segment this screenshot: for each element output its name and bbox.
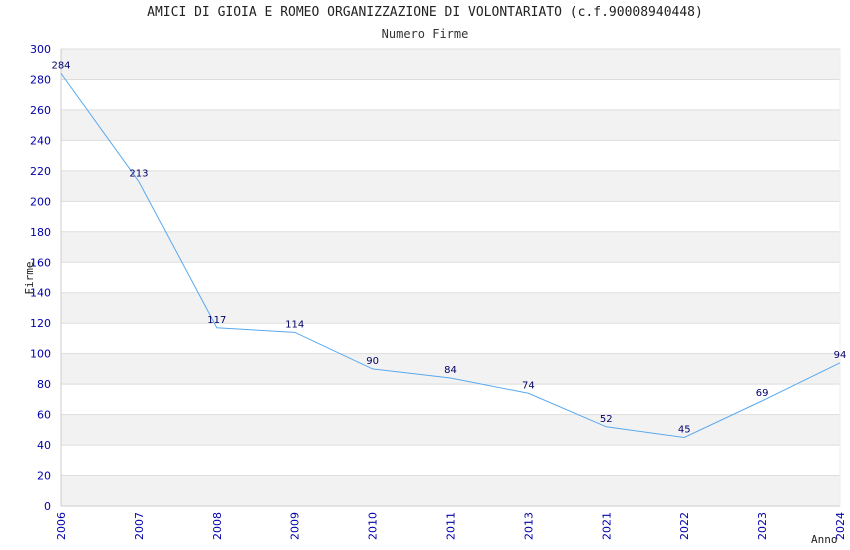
y-tick-label: 120 — [30, 317, 51, 330]
x-axis-label: Anno — [811, 533, 838, 546]
x-tick-label: 2021 — [600, 512, 613, 540]
y-tick-label: 220 — [30, 165, 51, 178]
x-tick-label: 2013 — [522, 512, 535, 540]
y-tick-label: 60 — [37, 409, 51, 422]
y-tick-label: 200 — [30, 195, 51, 208]
y-tick-label: 280 — [30, 73, 51, 86]
x-tick-label: 2007 — [133, 512, 146, 540]
y-tick-label: 240 — [30, 134, 51, 147]
grid-band — [61, 170, 840, 202]
line-chart: 0204060801001201401601802002202402602803… — [23, 43, 847, 546]
data-label: 69 — [756, 388, 769, 399]
data-label: 90 — [366, 356, 379, 367]
x-tick-label: 2011 — [445, 512, 458, 540]
data-label: 284 — [51, 60, 70, 71]
data-label: 213 — [129, 169, 148, 180]
x-tick-label: 2009 — [289, 512, 302, 540]
data-label: 45 — [678, 424, 691, 435]
y-axis-label: Firme — [23, 261, 36, 294]
x-tick-label: 2023 — [756, 512, 769, 540]
grid-band — [61, 109, 840, 141]
data-label: 94 — [834, 350, 847, 361]
grid-band — [61, 49, 840, 80]
y-tick-label: 20 — [37, 470, 51, 483]
y-tick-label: 180 — [30, 226, 51, 239]
y-tick-label: 0 — [44, 500, 51, 513]
data-label: 84 — [444, 365, 457, 376]
x-tick-label: 2022 — [678, 512, 691, 540]
grid-band — [61, 475, 840, 506]
y-tick-label: 80 — [37, 378, 51, 391]
data-label: 117 — [207, 315, 226, 326]
y-tick-label: 100 — [30, 348, 51, 361]
grid-band — [61, 231, 840, 263]
x-tick-label: 2008 — [211, 512, 224, 540]
data-label: 74 — [522, 380, 535, 391]
y-tick-label: 40 — [37, 439, 51, 452]
y-tick-label: 300 — [30, 43, 51, 56]
grid-band — [61, 292, 840, 324]
x-tick-label: 2006 — [55, 512, 68, 540]
x-tick-label: 2010 — [367, 512, 380, 540]
data-label: 114 — [285, 319, 304, 330]
data-label: 52 — [600, 414, 613, 425]
y-tick-label: 260 — [30, 104, 51, 117]
